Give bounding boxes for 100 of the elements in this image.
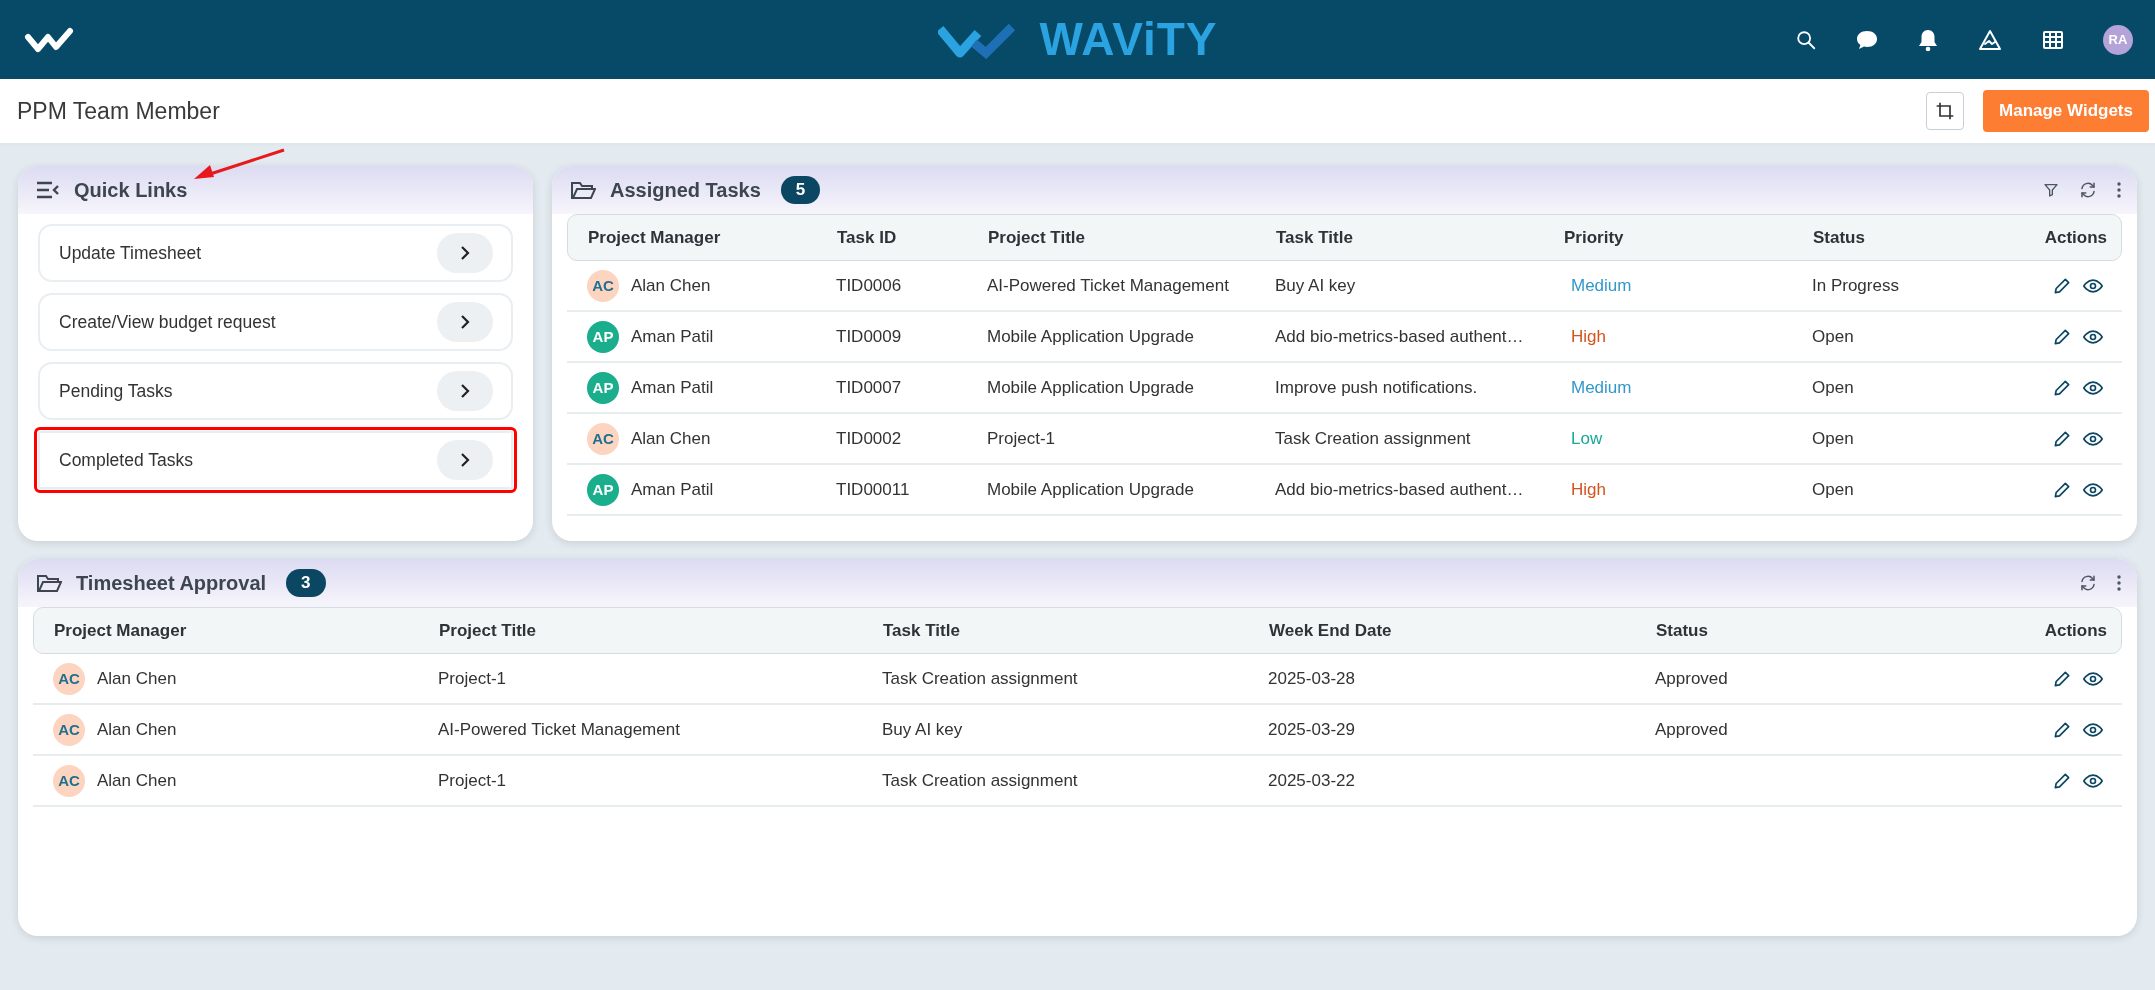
table-cell-text: Open (1812, 377, 1855, 398)
table-cell: Aman Patil (631, 377, 714, 398)
table-cell: Alan Chen (97, 770, 177, 791)
column-header: Project Title (439, 620, 537, 641)
quick-link[interactable]: Pending Tasks (38, 362, 513, 420)
column-header: Project Manager (588, 227, 722, 248)
table-cell-text: TID0009 (836, 326, 903, 347)
avatar: AP (587, 371, 619, 404)
table-cell-text: Project-1 (438, 770, 508, 791)
table-cell: Alan Chen (97, 668, 177, 689)
column-header: Status (1656, 620, 1709, 641)
refresh-icon[interactable] (2079, 574, 2097, 592)
refresh-icon[interactable] (2079, 181, 2097, 199)
quick-link-label: Completed Tasks (59, 449, 194, 471)
priority-text: Low (1570, 428, 1604, 449)
table-cell-text: AI-Powered Ticket Management (438, 719, 681, 740)
chevron-right-icon (458, 314, 472, 330)
column-header: Actions (2043, 620, 2108, 641)
column-header: Week End Date (1269, 620, 1393, 641)
table-cell-text: In Progress (1812, 275, 1900, 296)
table-cell-text: Buy AI key (1275, 275, 1357, 296)
avatar: AC (587, 422, 619, 455)
triangle-chart-icon[interactable] (1977, 27, 2003, 52)
table-cell-text: Buy AI key (882, 719, 964, 740)
table-cell-text: 2025-03-28 (1268, 668, 1356, 689)
chat-bubble-icon[interactable] (1855, 28, 1879, 51)
avatar: AC (53, 764, 85, 797)
more-options-icon[interactable] (2117, 182, 2121, 198)
table-cell-text: Project-1 (438, 668, 508, 689)
search-icon[interactable] (1795, 28, 1817, 51)
avatar: AP (587, 473, 619, 506)
quick-link-label: Create/View budget request (59, 311, 277, 333)
crop-button[interactable] (1926, 92, 1964, 130)
table-cell-text: Mobile Application Upgrade (987, 326, 1195, 347)
table-cell-text: Mobile Application Upgrade (987, 377, 1195, 398)
avatar: AC (53, 713, 85, 746)
pencil-icon[interactable] (2052, 668, 2072, 689)
table-cell-text: Open (1812, 326, 1855, 347)
chevron-right-icon (458, 452, 472, 468)
crop-icon (1935, 101, 1955, 121)
table-cell-text: Project-1 (987, 428, 1057, 449)
table-cell-text: Add bio-metrics-based authent… (1275, 479, 1525, 500)
table-cell-text: TID0002 (836, 428, 903, 449)
chevron-right-icon (458, 245, 472, 261)
count-badge: 3 (286, 569, 326, 597)
logo-text: WAViTY (1039, 14, 1218, 64)
quick-link[interactable]: Update Timesheet (38, 224, 513, 282)
table-cell-text: Task Creation assignment (882, 668, 1079, 689)
table-cell: Aman Patil (631, 326, 714, 347)
table-cell-text: Approved (1655, 719, 1729, 740)
table-cell-text: Task Creation assignment (882, 770, 1079, 791)
pencil-icon[interactable] (2052, 428, 2072, 449)
column-header: Task Title (1276, 227, 1354, 248)
count-badge: 5 (780, 176, 821, 204)
filter-icon[interactable] (2043, 182, 2059, 198)
avatar: AC (53, 662, 85, 695)
quick-link-label: Update Timesheet (59, 242, 203, 264)
column-header: Project Title (988, 227, 1086, 248)
table-cell: Alan Chen (97, 719, 177, 740)
table-cell-text: Approved (1655, 668, 1729, 689)
table-cell: Alan Chen (631, 428, 711, 449)
table-cell-text: 2025-03-22 (1268, 770, 1356, 791)
quick-link[interactable]: Create/View budget request (38, 293, 513, 351)
card-title: Assigned Tasks (610, 178, 761, 202)
table-cell-text: TID00011 (836, 479, 911, 500)
table-cell-text: Add bio-metrics-based authent… (1275, 326, 1525, 347)
column-header: Priority (1564, 227, 1625, 248)
table-cell-text: TID0007 (836, 377, 903, 398)
table-cell-text: Open (1812, 428, 1855, 449)
pencil-icon[interactable] (2052, 479, 2072, 500)
table-cell-text: Mobile Application Upgrade (987, 479, 1195, 500)
chevron-right-icon (458, 383, 472, 399)
table-cell-text: Open (1812, 479, 1855, 500)
pencil-icon[interactable] (2052, 326, 2072, 347)
pencil-icon[interactable] (2052, 719, 2072, 740)
table-cell-text: Task Creation assignment (1275, 428, 1472, 449)
column-header: Project Manager (54, 620, 188, 641)
table-cell: Aman Patil (631, 479, 714, 500)
priority-text: High (1570, 326, 1607, 347)
column-header: Task Title (883, 620, 961, 641)
folder-icon (570, 179, 596, 201)
pencil-icon[interactable] (2052, 770, 2072, 791)
card-title: Timesheet Approval (76, 571, 267, 595)
priority-text: Medium (1570, 377, 1633, 398)
table-cell: Alan Chen (631, 275, 711, 296)
avatar: AC (587, 269, 619, 302)
table-cell-text: TID0006 (836, 275, 903, 296)
table-cell-text: Improve push notifications. (1275, 377, 1479, 398)
column-header: Status (1813, 227, 1866, 248)
page-title: PPM Team Member (17, 97, 220, 125)
table-cell-text: 2025-03-29 (1268, 719, 1356, 740)
more-options-icon[interactable] (2117, 575, 2121, 591)
pencil-icon[interactable] (2052, 275, 2072, 296)
priority-text: High (1570, 479, 1607, 500)
column-header: Actions (2043, 227, 2108, 248)
collapse-menu-icon[interactable] (36, 181, 60, 199)
table-cell-text: AI-Powered Ticket Management (987, 275, 1230, 296)
avatar: AP (587, 320, 619, 353)
bell-icon[interactable] (1917, 27, 1939, 52)
pencil-icon[interactable] (2052, 377, 2072, 398)
